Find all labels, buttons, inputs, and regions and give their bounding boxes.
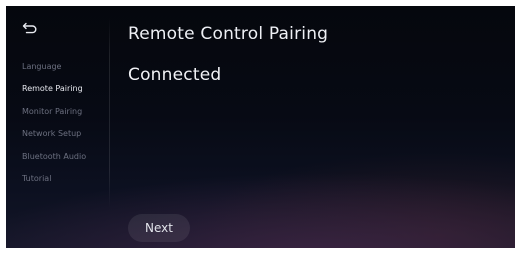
sidebar-item-language[interactable]: Language: [22, 62, 61, 71]
setup-screen: Language Remote Pairing Monitor Pairing …: [6, 6, 515, 248]
sidebar: Language Remote Pairing Monitor Pairing …: [6, 6, 109, 248]
sidebar-item-network-setup[interactable]: Network Setup: [22, 129, 81, 138]
sidebar-item-monitor-pairing[interactable]: Monitor Pairing: [22, 107, 82, 116]
next-button[interactable]: Next: [128, 214, 190, 242]
connection-status: Connected: [128, 65, 222, 85]
sidebar-item-bluetooth-audio[interactable]: Bluetooth Audio: [22, 152, 86, 161]
back-arrow-icon: [22, 22, 38, 34]
back-button[interactable]: [18, 18, 42, 38]
sidebar-item-remote-pairing[interactable]: Remote Pairing: [22, 84, 83, 93]
sidebar-item-tutorial[interactable]: Tutorial: [22, 174, 51, 183]
page-title: Remote Control Pairing: [128, 24, 329, 44]
sidebar-divider: [109, 18, 110, 208]
